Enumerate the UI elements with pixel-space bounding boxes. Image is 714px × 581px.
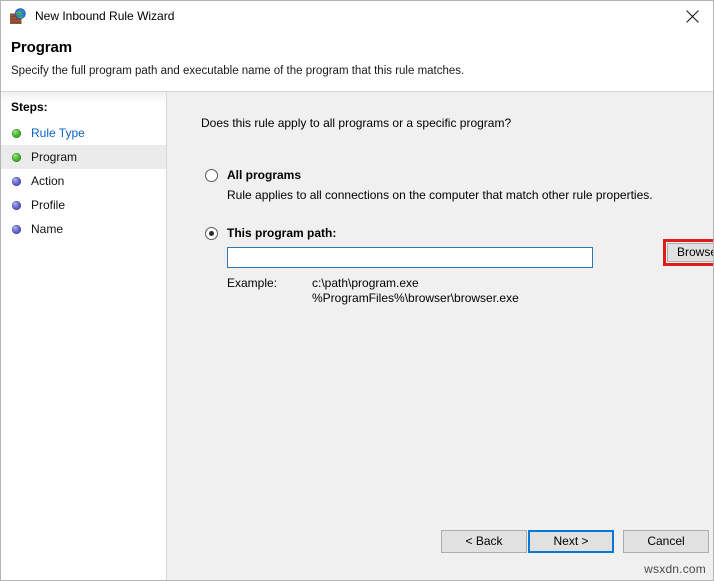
step-bullet-pending-icon [12, 177, 21, 186]
sidebar-item-program[interactable]: Program [1, 145, 166, 169]
radio-all-programs[interactable] [205, 169, 218, 182]
sidebar-item-label: Profile [31, 198, 65, 212]
sidebar-item-label: Program [31, 150, 77, 164]
example-line: c:\path\program.exe [312, 276, 519, 291]
wizard-footer: < Back Next > Cancel [167, 92, 714, 581]
wizard-window: New Inbound Rule Wizard Program Specify … [0, 0, 714, 581]
title-bar: New Inbound Rule Wizard [1, 1, 714, 32]
option-all-programs[interactable]: All programs Rule applies to all connect… [205, 168, 653, 202]
step-bullet-done-icon [12, 129, 21, 138]
step-bullet-pending-icon [12, 225, 21, 234]
example-line: %ProgramFiles%\browser\browser.exe [312, 291, 519, 306]
step-bullet-pending-icon [12, 201, 21, 210]
sidebar-item-rule-type[interactable]: Rule Type [1, 121, 166, 145]
next-button[interactable]: Next > [528, 530, 614, 553]
sidebar-item-action[interactable]: Action [1, 169, 166, 193]
option-program-path-label: This program path: [227, 226, 336, 240]
question-text: Does this rule apply to all programs or … [201, 116, 511, 130]
browse-button[interactable]: Browse... [667, 243, 714, 262]
example-lines: c:\path\program.exe %ProgramFiles%\brows… [312, 276, 519, 306]
radio-program-path[interactable] [205, 227, 218, 240]
firewall-globe-icon [9, 8, 26, 25]
program-path-row [227, 247, 593, 268]
close-icon[interactable] [669, 1, 714, 32]
option-program-path-head: This program path: [205, 226, 336, 240]
page-subtitle: Specify the full program path and execut… [11, 65, 464, 77]
steps-sidebar: Steps: Rule Type Program Action Profile … [1, 92, 166, 581]
sidebar-item-label: Name [31, 222, 63, 236]
option-all-programs-head: All programs [205, 168, 653, 182]
program-path-input[interactable] [227, 247, 593, 268]
back-button[interactable]: < Back [441, 530, 527, 553]
option-all-programs-label: All programs [227, 168, 301, 182]
watermark: wsxdn.com [644, 562, 706, 576]
steps-heading: Steps: [11, 100, 48, 114]
sidebar-item-name[interactable]: Name [1, 217, 166, 241]
sidebar-item-profile[interactable]: Profile [1, 193, 166, 217]
sidebar-item-label: Rule Type [31, 126, 85, 140]
step-bullet-done-icon [12, 153, 21, 162]
main-pane: Does this rule apply to all programs or … [167, 92, 714, 581]
page-header: Program Specify the full program path an… [1, 32, 714, 91]
cancel-button[interactable]: Cancel [623, 530, 709, 553]
option-all-programs-description: Rule applies to all connections on the c… [227, 188, 653, 202]
option-program-path[interactable]: This program path: [205, 226, 336, 240]
sidebar-item-label: Action [31, 174, 64, 188]
window-title: New Inbound Rule Wizard [35, 8, 174, 25]
steps-list: Rule Type Program Action Profile Name [1, 121, 166, 241]
page-title: Program [11, 39, 72, 56]
example-label: Example: [227, 276, 277, 290]
